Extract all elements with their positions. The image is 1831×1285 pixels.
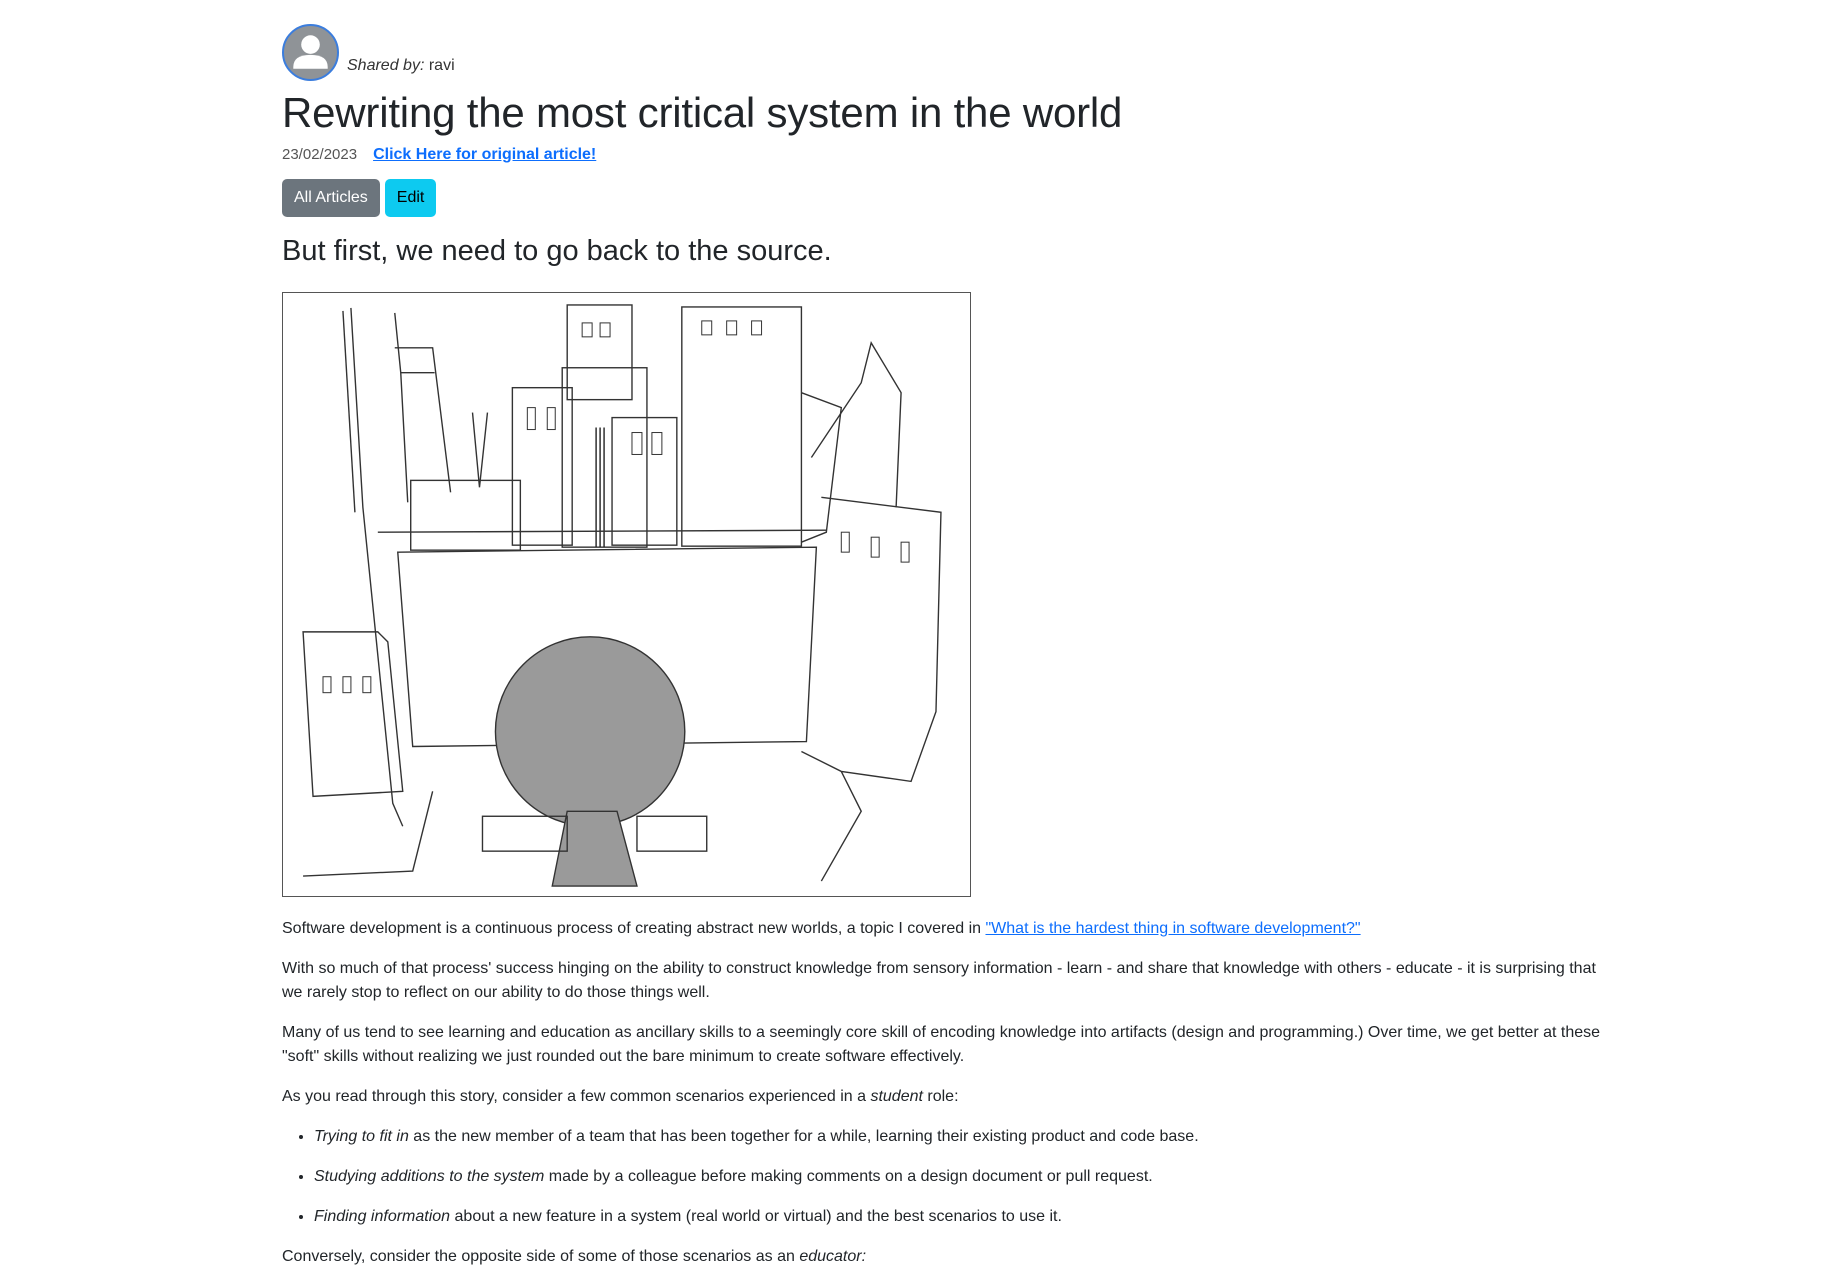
shared-by-label: Shared by: [347, 57, 425, 74]
list-item-text: about a new feature in a system (real wo… [450, 1208, 1062, 1225]
article-body: Software development is a continuous pro… [282, 917, 1602, 1285]
list-item-text: made by a colleague before making commen… [544, 1168, 1153, 1185]
paragraph: Conversely, consider the opposite side o… [282, 1245, 1602, 1269]
list-item-text: as the new member of a team that has bee… [408, 1128, 1199, 1145]
paragraph: As you read through this story, consider… [282, 1085, 1602, 1109]
article-subtitle: But first, we need to go back to the sou… [282, 235, 832, 267]
hardest-thing-link[interactable]: "What is the hardest thing in software d… [985, 920, 1360, 937]
original-article-link[interactable]: Click Here for original article! [373, 146, 596, 164]
list-item: Finding information about a new feature … [314, 1205, 1602, 1229]
article-meta: 23/02/2023 Click Here for original artic… [282, 146, 596, 164]
article-date: 23/02/2023 [282, 146, 358, 163]
paragraph-text: As you read through this story, consider… [282, 1088, 871, 1105]
city-sketch-image [302, 304, 942, 887]
shared-by-user: ravi [428, 57, 455, 74]
paragraph-text: Software development is a continuous pro… [282, 920, 986, 937]
emphasis: Finding information [314, 1208, 451, 1225]
emphasis: educator: [799, 1248, 867, 1265]
paragraph: With so much of that process' success hi… [282, 960, 1596, 1001]
article-illustration [282, 292, 971, 897]
paragraph: Software development is a continuous pro… [282, 917, 1602, 941]
list-item: Studying additions to the system made by… [314, 1165, 1602, 1189]
emphasis: Studying additions to the system [314, 1168, 545, 1185]
scenario-list: Trying to fit in as the new member of a … [282, 1125, 1602, 1229]
shared-by-text: Shared by: ravi [347, 57, 455, 75]
paragraph-text: Conversely, consider the opposite side o… [282, 1248, 800, 1265]
emphasis: Trying to fit in [314, 1128, 409, 1145]
avatar [282, 24, 339, 81]
paragraph-text: role: [922, 1088, 959, 1105]
page-title: Rewriting the most critical system in th… [282, 89, 1123, 136]
user-icon [293, 35, 328, 69]
list-item: Trying to fit in as the new member of a … [314, 1125, 1602, 1149]
paragraph: Many of us tend to see learning and educ… [282, 1024, 1601, 1065]
all-articles-button[interactable]: All Articles [282, 179, 380, 217]
edit-button[interactable]: Edit [384, 179, 437, 217]
emphasis: student [870, 1088, 923, 1105]
shared-by-row: Shared by: ravi [282, 19, 455, 81]
action-buttons: All Articles Edit [282, 179, 437, 217]
